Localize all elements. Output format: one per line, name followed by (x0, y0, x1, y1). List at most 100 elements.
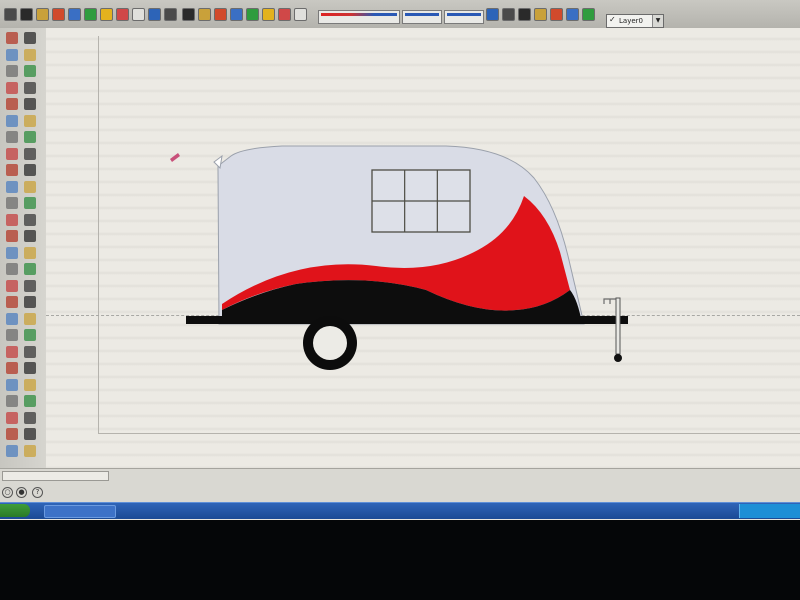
tool-icon[interactable] (24, 362, 36, 374)
layer-dropdown[interactable]: ✓ Layer0 ▼ (606, 14, 664, 28)
toolbar-button-icon[interactable] (4, 8, 17, 21)
teardrop-trailer-model[interactable] (46, 28, 800, 468)
tongue-jack-post (615, 297, 621, 355)
tool-icon[interactable] (6, 246, 18, 259)
tool-icon[interactable] (6, 444, 18, 457)
shadow-date-bar (447, 13, 481, 16)
trailer-window[interactable] (371, 169, 471, 233)
tool-icon[interactable] (24, 98, 36, 110)
tool-icon[interactable] (24, 246, 36, 259)
toolbar-button-icon[interactable] (20, 8, 33, 21)
tool-icon[interactable] (24, 164, 36, 176)
chevron-down-icon[interactable]: ▼ (652, 15, 663, 27)
tool-icon[interactable] (6, 329, 18, 341)
tool-icon[interactable] (24, 296, 36, 308)
measurements-box[interactable] (2, 471, 109, 481)
toolbar-button-icon[interactable] (502, 8, 515, 21)
shadow-date-field[interactable] (444, 10, 484, 24)
tool-icon[interactable] (24, 312, 36, 325)
start-button[interactable] (0, 504, 30, 517)
tool-icon[interactable] (24, 329, 36, 341)
toolbar-button-icon[interactable] (486, 8, 499, 21)
tool-icon[interactable] (24, 180, 36, 193)
taskbar-item-sketchup[interactable] (44, 505, 116, 518)
tool-icon[interactable] (6, 131, 18, 143)
tool-icon[interactable] (6, 213, 18, 226)
toolbar-button-icon[interactable] (294, 8, 307, 21)
toolbar-button-icon[interactable] (52, 8, 65, 21)
tool-icon[interactable] (6, 147, 18, 160)
tool-icon[interactable] (24, 230, 36, 242)
tool-icon[interactable] (6, 197, 18, 209)
check-icon: ✓ (609, 15, 616, 24)
tool-icon[interactable] (24, 378, 36, 391)
toolbar-button-icon[interactable] (36, 8, 49, 21)
toolbar-button-icon[interactable] (198, 8, 211, 21)
shadow-time-field[interactable] (402, 10, 442, 24)
tool-icon[interactable] (24, 48, 36, 61)
tool-icon[interactable] (24, 65, 36, 77)
tool-icon[interactable] (24, 411, 36, 424)
tool-icon[interactable] (6, 345, 18, 358)
toolbar-button-icon[interactable] (518, 8, 531, 21)
tool-icon[interactable] (6, 362, 18, 374)
tool-icon[interactable] (6, 32, 18, 44)
toolbar-button-icon[interactable] (230, 8, 243, 21)
toolbar-button-icon[interactable] (534, 8, 547, 21)
tool-icon[interactable] (6, 48, 18, 61)
tool-icon[interactable] (24, 395, 36, 407)
tool-icon[interactable] (6, 378, 18, 391)
tool-icon[interactable] (6, 230, 18, 242)
style-thumbnail[interactable] (318, 10, 400, 24)
large-tool-set-palette (0, 28, 47, 468)
toolbar-button-icon[interactable] (132, 8, 145, 21)
tool-icon[interactable] (24, 114, 36, 127)
tool-icon[interactable] (6, 279, 18, 292)
toolbar-button-icon[interactable] (182, 8, 195, 21)
toolbar-button-icon[interactable] (246, 8, 259, 21)
toolbar-button-icon[interactable] (148, 8, 161, 21)
toolbar-button-icon[interactable] (116, 8, 129, 21)
tool-icon[interactable] (24, 444, 36, 457)
tool-icon[interactable] (24, 147, 36, 160)
system-tray (739, 504, 800, 518)
tool-icon[interactable] (6, 81, 18, 94)
tool-icon[interactable] (6, 98, 18, 110)
toolbar-button-icon[interactable] (582, 8, 595, 21)
tool-icon[interactable] (24, 263, 36, 275)
tool-icon[interactable] (24, 345, 36, 358)
tool-icon[interactable] (6, 65, 18, 77)
tool-icon[interactable] (6, 164, 18, 176)
toolbar-button-icon[interactable] (278, 8, 291, 21)
tool-icon[interactable] (24, 32, 36, 44)
shadow-bar (405, 13, 439, 16)
windows-taskbar (0, 502, 800, 519)
drawing-area[interactable] (46, 28, 800, 468)
toolbar-button-icon[interactable] (164, 8, 177, 21)
tool-icon[interactable] (24, 279, 36, 292)
tool-icon[interactable] (6, 395, 18, 407)
tool-icon[interactable] (6, 180, 18, 193)
toolbar-button-icon[interactable] (84, 8, 97, 21)
toolbar-button-icon[interactable] (550, 8, 563, 21)
tool-icon[interactable] (6, 428, 18, 440)
toolbar-button-icon[interactable] (566, 8, 579, 21)
geo-location-icon[interactable]: ○ (2, 487, 13, 498)
tool-icon[interactable] (6, 411, 18, 424)
tool-icon[interactable] (24, 131, 36, 143)
help-icon[interactable]: ? (32, 487, 43, 498)
tool-icon[interactable] (24, 428, 36, 440)
tool-icon[interactable] (6, 114, 18, 127)
toolbar-button-icon[interactable] (262, 8, 275, 21)
tool-icon[interactable] (6, 296, 18, 308)
toolbar-button-icon[interactable] (214, 8, 227, 21)
toolbar-button-icon[interactable] (100, 8, 113, 21)
tool-icon[interactable] (24, 213, 36, 226)
toolbar-button-icon[interactable] (68, 8, 81, 21)
tool-icon[interactable] (24, 197, 36, 209)
tool-icon[interactable] (6, 312, 18, 325)
credits-icon[interactable]: ● (16, 487, 27, 498)
tool-icon[interactable] (24, 81, 36, 94)
tool-icon[interactable] (6, 263, 18, 275)
sketchup-window: ✓ Layer0 ▼ ○ ● ? (0, 0, 800, 520)
